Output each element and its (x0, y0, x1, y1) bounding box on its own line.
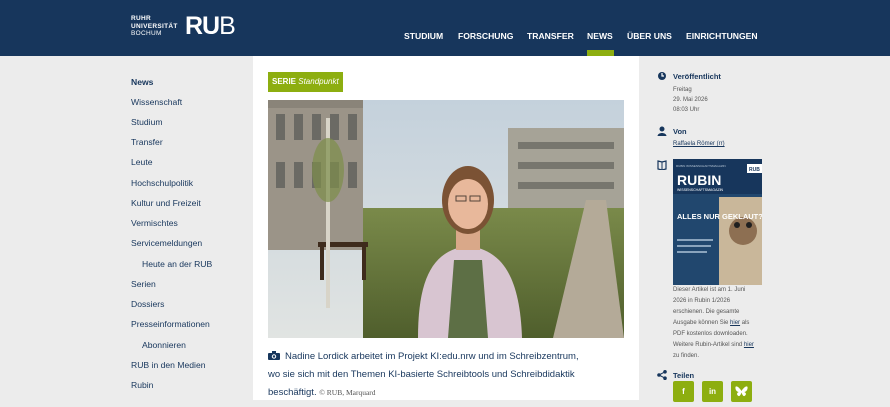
cover-title: RUBIN (677, 172, 721, 188)
linkedin-icon: in (708, 387, 717, 396)
rubin-text-4a: Ausgabe können Sie (673, 320, 731, 326)
sidebar-item-presseinformationen[interactable]: Presseinformationen (131, 319, 210, 329)
share-bluesky-button[interactable] (731, 381, 752, 402)
logo-line-2: UNIVERSITÄT (131, 22, 178, 30)
rubin-articles-link[interactable]: hier (744, 342, 754, 348)
bluesky-icon (735, 386, 748, 397)
logo-line-1: RUHR (131, 15, 151, 22)
share-heading: Teilen (673, 371, 695, 380)
rubin-text-6a: Weitere Rubin-Artikel sind (673, 342, 744, 348)
sidebar-item-news[interactable]: News (131, 77, 153, 87)
article-info-sidebar: Veröffentlicht Freitag 29. Mai 2026 08:0… (639, 56, 762, 402)
nav-forschung[interactable]: FORSCHUNG (458, 31, 513, 41)
magazine-icon (657, 160, 667, 170)
published-time: 08:03 Uhr (673, 107, 700, 113)
series-badge[interactable]: SERIE Standpunkt (268, 72, 343, 92)
series-name: Standpunkt (298, 77, 339, 86)
clock-icon (658, 72, 666, 80)
sidebar-item-rubin[interactable]: Rubin (131, 380, 153, 390)
cover-top-text: RUBIN WISSENSCHAFTSMAGAZIN (676, 164, 726, 168)
nav-einrichtungen[interactable]: EINRICHTUNGEN (686, 31, 758, 41)
author-heading: Von (673, 127, 687, 136)
facebook-icon: f (682, 387, 685, 396)
share-icon (657, 370, 667, 380)
author-link[interactable]: Raffaela Römer (rr) (673, 139, 725, 149)
cover-headline: ALLES NUR GEKLAUT? (677, 212, 762, 221)
sidebar-item-dossiers[interactable]: Dossiers (131, 299, 164, 309)
rubin-magazine-cover[interactable]: RUBIN WISSENSCHAFTSMAGAZIN RUB RUBIN WIS… (673, 159, 762, 285)
camera-icon (268, 351, 280, 360)
caption-line-2: wo sie sich mit den Themen KI-basierte S… (268, 369, 575, 380)
rubin-text-2: 2026 in Rubin 1/2026 (673, 298, 731, 304)
nav-news[interactable]: NEWS (587, 31, 613, 41)
sidebar-item-kultur[interactable]: Kultur und Freizeit (131, 198, 201, 208)
nav-studium[interactable]: STUDIUM (404, 31, 443, 41)
sidebar-item-serien[interactable]: Serien (131, 279, 156, 289)
rubin-text-6: Weitere Rubin-Artikel sind hier (673, 340, 754, 350)
sidebar-item-studium[interactable]: Studium (131, 117, 163, 127)
sidebar-item-heute-an-der-rub[interactable]: Heute an der RUB (142, 259, 212, 269)
caption-line-1: Nadine Lordick arbeitet im Projekt KI:ed… (285, 351, 579, 362)
photo-caption: Nadine Lordick arbeitet im Projekt KI:ed… (268, 348, 628, 402)
sidebar-item-transfer[interactable]: Transfer (131, 137, 163, 147)
portrait-photo-illustration (268, 100, 624, 338)
rubin-pdf-link[interactable]: hier (730, 320, 740, 326)
share-linkedin-button[interactable]: in (702, 381, 723, 402)
published-day: Freitag (673, 87, 692, 93)
rub-logo-text[interactable]: RUHR UNIVERSITÄT BOCHUM (131, 15, 178, 38)
photo-credit: © RUB, Marquard (319, 388, 376, 397)
rubin-text-4b: als (740, 320, 750, 326)
sidebar-item-vermischtes[interactable]: Vermischtes (131, 218, 178, 228)
series-label: SERIE (272, 77, 297, 86)
rubin-text-5: PDF kostenlos downloaden. (673, 331, 748, 337)
logo-b: B (219, 12, 236, 40)
published-heading: Veröffentlicht (673, 72, 721, 81)
sidebar-item-wissenschaft[interactable]: Wissenschaft (131, 97, 182, 107)
nav-transfer[interactable]: TRANSFER (527, 31, 574, 41)
caption-line-3: beschäftigt. (268, 387, 317, 398)
share-facebook-button[interactable]: f (673, 381, 694, 402)
logo-ru: RU (185, 12, 220, 40)
logo-line-3: BOCHUM (131, 30, 162, 37)
rubin-text-7: zu finden. (673, 353, 700, 359)
sidebar-item-hochschulpolitik[interactable]: Hochschulpolitik (131, 178, 193, 188)
rubin-cover-image: RUBIN WISSENSCHAFTSMAGAZIN RUB RUBIN WIS… (673, 159, 762, 285)
site-header: RUHR UNIVERSITÄT BOCHUM RUB STUDIUM FORS… (0, 0, 890, 56)
cover-rub-badge: RUB (749, 167, 760, 173)
sidebar-nav: News Wissenschaft Studium Transfer Leute… (115, 56, 253, 400)
article-photo (268, 100, 624, 338)
user-icon (657, 126, 667, 136)
sidebar-item-servicemeldungen[interactable]: Servicemeldungen (131, 238, 202, 248)
rubin-text-3: erschienen. Die gesamte (673, 309, 740, 315)
published-date: 29. Mai 2026 (673, 97, 708, 103)
cover-subtitle: WISSENSCHAFTSMAGAZIN (677, 188, 724, 192)
sidebar-item-leute[interactable]: Leute (131, 157, 153, 167)
rub-logo[interactable]: RUB (185, 12, 236, 40)
nav-ueber-uns[interactable]: ÜBER UNS (627, 31, 672, 41)
rubin-text-1: Dieser Artikel ist am 1. Juni (673, 287, 746, 293)
rubin-text-4: Ausgabe können Sie hier als (673, 318, 749, 328)
article-main: SERIE Standpunkt Nadine Lordick arbeitet… (253, 56, 639, 400)
sidebar-item-rub-in-den-medien[interactable]: RUB in den Medien (131, 360, 206, 370)
sidebar-item-abonnieren[interactable]: Abonnieren (142, 340, 186, 350)
